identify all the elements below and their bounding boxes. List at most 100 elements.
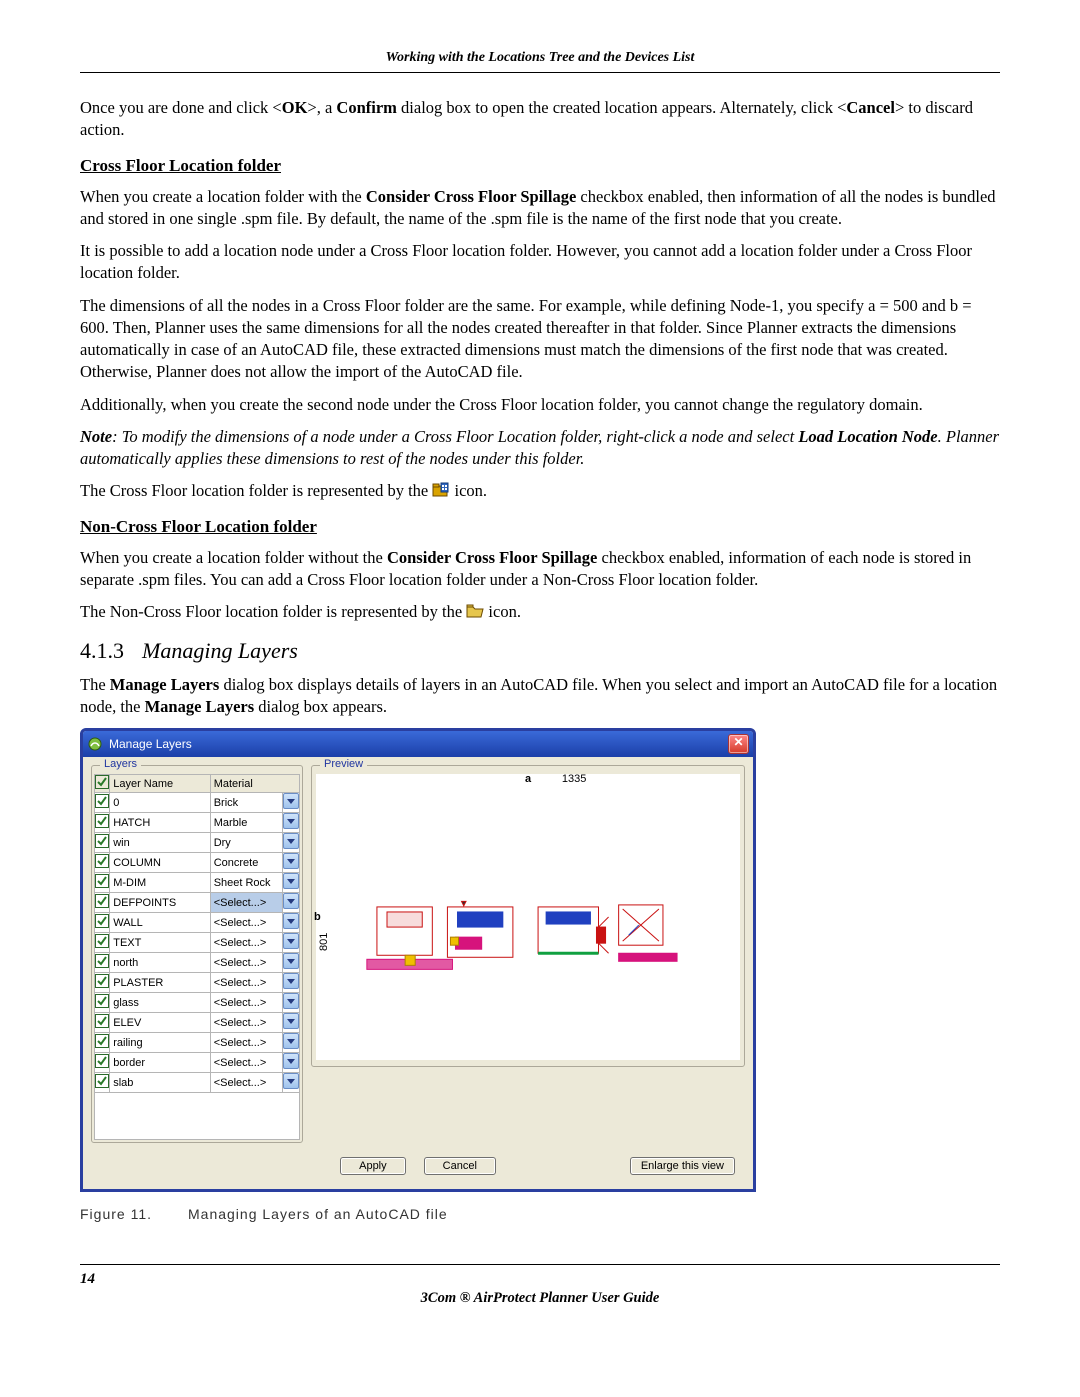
chevron-down-icon[interactable] bbox=[283, 813, 299, 829]
header-material[interactable]: Material bbox=[210, 775, 299, 793]
layer-material-cell[interactable]: <Select...> bbox=[210, 933, 282, 953]
layer-material-cell[interactable]: <Select...> bbox=[210, 913, 282, 933]
chevron-down-icon[interactable] bbox=[283, 1013, 299, 1029]
layer-row[interactable]: glass<Select...> bbox=[95, 993, 300, 1013]
material-dropdown-button[interactable] bbox=[282, 933, 299, 953]
material-dropdown-button[interactable] bbox=[282, 913, 299, 933]
layer-row-checkbox[interactable] bbox=[95, 1013, 110, 1033]
checkbox-icon[interactable] bbox=[95, 874, 109, 888]
layer-material-cell[interactable]: <Select...> bbox=[210, 1033, 282, 1053]
material-dropdown-button[interactable] bbox=[282, 973, 299, 993]
layer-row[interactable]: M-DIMSheet Rock bbox=[95, 873, 300, 893]
close-button[interactable]: ✕ bbox=[728, 734, 749, 754]
checkbox-icon[interactable] bbox=[95, 814, 109, 828]
layer-row-checkbox[interactable] bbox=[95, 833, 110, 853]
checkbox-icon[interactable] bbox=[95, 1054, 109, 1068]
layer-row-checkbox[interactable] bbox=[95, 913, 110, 933]
cancel-button[interactable]: Cancel bbox=[424, 1157, 496, 1175]
chevron-down-icon[interactable] bbox=[283, 1073, 299, 1089]
header-checkbox-col[interactable] bbox=[95, 775, 110, 793]
layer-material-cell[interactable]: <Select...> bbox=[210, 893, 282, 913]
layer-row[interactable]: TEXT<Select...> bbox=[95, 933, 300, 953]
checkbox-icon[interactable] bbox=[95, 1014, 109, 1028]
material-dropdown-button[interactable] bbox=[282, 1013, 299, 1033]
material-dropdown-button[interactable] bbox=[282, 793, 299, 813]
chevron-down-icon[interactable] bbox=[283, 973, 299, 989]
checkbox-icon[interactable] bbox=[95, 894, 109, 908]
apply-button[interactable]: Apply bbox=[340, 1157, 406, 1175]
layer-row[interactable]: border<Select...> bbox=[95, 1053, 300, 1073]
layer-row-checkbox[interactable] bbox=[95, 873, 110, 893]
layer-row-checkbox[interactable] bbox=[95, 953, 110, 973]
layer-material-cell[interactable]: <Select...> bbox=[210, 1073, 282, 1093]
layer-row-checkbox[interactable] bbox=[95, 993, 110, 1013]
layer-row[interactable]: COLUMNConcrete bbox=[95, 853, 300, 873]
header-layer-name[interactable]: Layer Name bbox=[110, 775, 210, 793]
material-dropdown-button[interactable] bbox=[282, 1033, 299, 1053]
layer-row[interactable]: ELEV<Select...> bbox=[95, 1013, 300, 1033]
layer-row-checkbox[interactable] bbox=[95, 1033, 110, 1053]
layer-material-cell[interactable]: <Select...> bbox=[210, 1013, 282, 1033]
layer-material-cell[interactable]: Sheet Rock bbox=[210, 873, 282, 893]
layer-row[interactable]: WALL<Select...> bbox=[95, 913, 300, 933]
material-dropdown-button[interactable] bbox=[282, 893, 299, 913]
layer-material-cell[interactable]: Marble bbox=[210, 813, 282, 833]
layer-row[interactable]: north<Select...> bbox=[95, 953, 300, 973]
layer-row-checkbox[interactable] bbox=[95, 793, 110, 813]
layer-row-checkbox[interactable] bbox=[95, 813, 110, 833]
layer-row[interactable]: slab<Select...> bbox=[95, 1073, 300, 1093]
layer-row-checkbox[interactable] bbox=[95, 973, 110, 993]
checkbox-icon[interactable] bbox=[95, 994, 109, 1008]
checkbox-icon[interactable] bbox=[95, 834, 109, 848]
material-dropdown-button[interactable] bbox=[282, 813, 299, 833]
layer-material-cell[interactable]: Dry bbox=[210, 833, 282, 853]
checkbox-icon[interactable] bbox=[95, 954, 109, 968]
checkbox-icon[interactable] bbox=[95, 914, 109, 928]
chevron-down-icon[interactable] bbox=[283, 893, 299, 909]
chevron-down-icon[interactable] bbox=[283, 1033, 299, 1049]
dialog-titlebar[interactable]: Manage Layers ✕ bbox=[83, 731, 753, 757]
checkbox-icon[interactable] bbox=[95, 775, 109, 789]
checkbox-icon[interactable] bbox=[95, 1034, 109, 1048]
layer-material-cell[interactable]: Concrete bbox=[210, 853, 282, 873]
chevron-down-icon[interactable] bbox=[283, 993, 299, 1009]
chevron-down-icon[interactable] bbox=[283, 853, 299, 869]
chevron-down-icon[interactable] bbox=[283, 1053, 299, 1069]
chevron-down-icon[interactable] bbox=[283, 833, 299, 849]
layer-row[interactable]: railing<Select...> bbox=[95, 1033, 300, 1053]
layer-row-checkbox[interactable] bbox=[95, 853, 110, 873]
chevron-down-icon[interactable] bbox=[283, 933, 299, 949]
layer-row[interactable]: DEFPOINTS<Select...> bbox=[95, 893, 300, 913]
material-dropdown-button[interactable] bbox=[282, 853, 299, 873]
chevron-down-icon[interactable] bbox=[283, 913, 299, 929]
enlarge-view-button[interactable]: Enlarge this view bbox=[630, 1157, 735, 1175]
layer-material-cell[interactable]: <Select...> bbox=[210, 1053, 282, 1073]
layer-material-cell[interactable]: <Select...> bbox=[210, 993, 282, 1013]
layer-row-checkbox[interactable] bbox=[95, 933, 110, 953]
checkbox-icon[interactable] bbox=[95, 854, 109, 868]
material-dropdown-button[interactable] bbox=[282, 1073, 299, 1093]
layer-row[interactable]: winDry bbox=[95, 833, 300, 853]
layer-row[interactable]: PLASTER<Select...> bbox=[95, 973, 300, 993]
material-dropdown-button[interactable] bbox=[282, 833, 299, 853]
chevron-down-icon[interactable] bbox=[283, 873, 299, 889]
checkbox-icon[interactable] bbox=[95, 934, 109, 948]
material-dropdown-button[interactable] bbox=[282, 953, 299, 973]
layer-row-checkbox[interactable] bbox=[95, 1073, 110, 1093]
layer-material-cell[interactable]: Brick bbox=[210, 793, 282, 813]
material-dropdown-button[interactable] bbox=[282, 993, 299, 1013]
checkbox-icon[interactable] bbox=[95, 1074, 109, 1088]
chevron-down-icon[interactable] bbox=[283, 793, 299, 809]
layer-row[interactable]: HATCHMarble bbox=[95, 813, 300, 833]
layer-material-cell[interactable]: <Select...> bbox=[210, 973, 282, 993]
material-dropdown-button[interactable] bbox=[282, 873, 299, 893]
layer-material-cell[interactable]: <Select...> bbox=[210, 953, 282, 973]
layer-row-checkbox[interactable] bbox=[95, 1053, 110, 1073]
chevron-down-icon[interactable] bbox=[283, 953, 299, 969]
checkbox-icon[interactable] bbox=[95, 794, 109, 808]
paragraph: The Cross Floor location folder is repre… bbox=[80, 480, 1000, 502]
layer-row-checkbox[interactable] bbox=[95, 893, 110, 913]
checkbox-icon[interactable] bbox=[95, 974, 109, 988]
material-dropdown-button[interactable] bbox=[282, 1053, 299, 1073]
layer-row[interactable]: 0Brick bbox=[95, 793, 300, 813]
